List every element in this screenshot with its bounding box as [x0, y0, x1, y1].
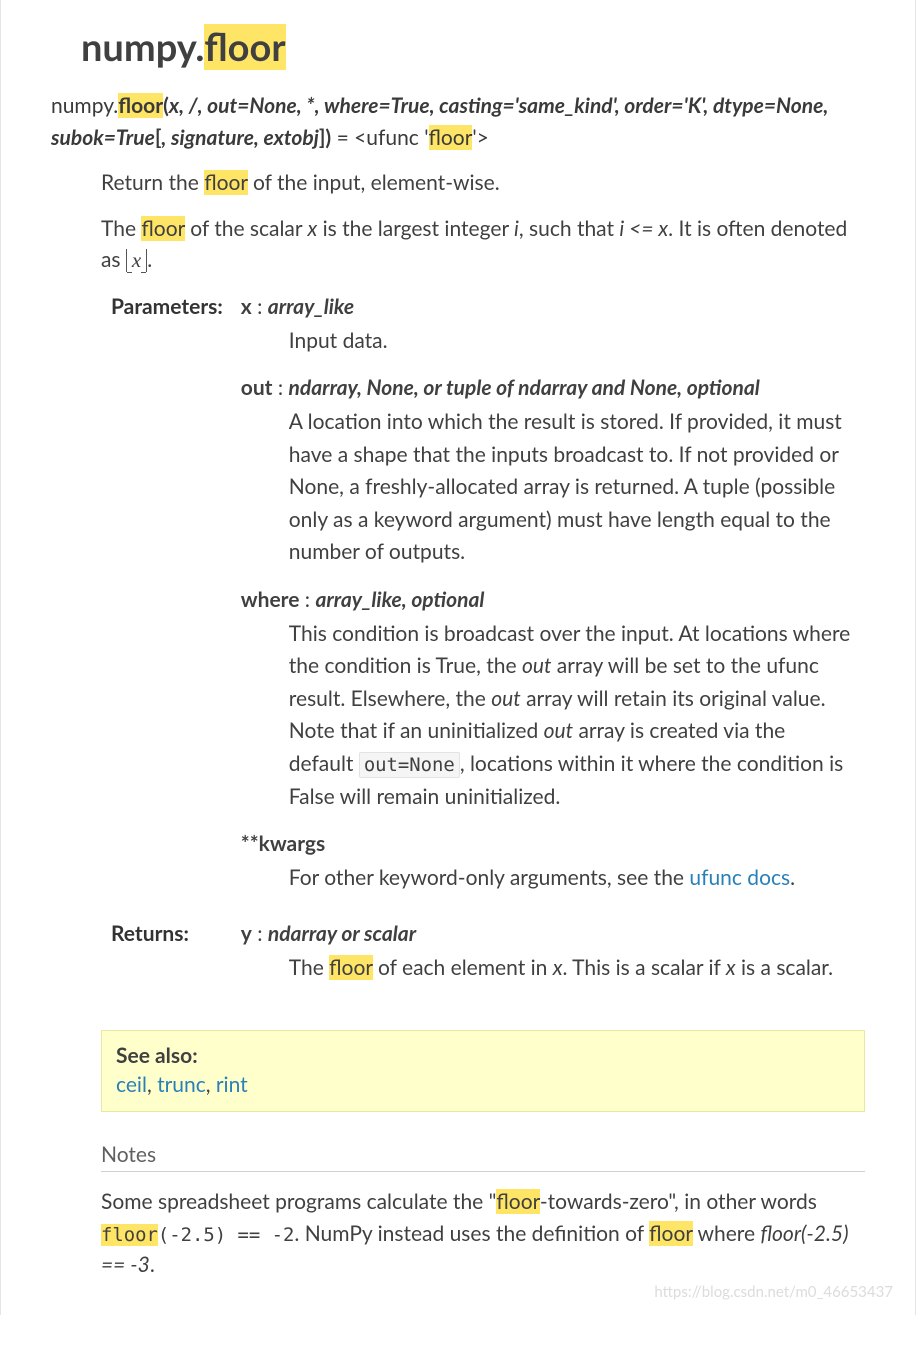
watermark-text: https://blog.csdn.net/m0_46653437 [654, 1283, 893, 1301]
notes-heading: Notes [101, 1142, 865, 1172]
param-desc: A location into which the result is stor… [241, 400, 865, 587]
param-desc: This condition is broadcast over the inp… [241, 612, 865, 831]
param-desc: For other keyword-only arguments, see th… [241, 856, 865, 913]
param-x: x : array_like [241, 294, 865, 319]
param-name: **kwargs [241, 831, 325, 856]
sig-ufunc-close: '> [472, 125, 488, 150]
ufunc-docs-link[interactable]: ufunc docs [689, 865, 790, 890]
page-title: numpy.floor [21, 0, 895, 90]
param-type: array_like, optional [315, 587, 484, 612]
field-list: Parameters: x : array_like Input data. o… [111, 290, 865, 1007]
sig-namespace: numpy. [51, 93, 118, 118]
param-name: out [241, 375, 273, 400]
param-name: where [241, 587, 300, 612]
description-line: The floor of the scalar x is the largest… [101, 213, 865, 276]
param-kwargs: **kwargs [241, 831, 865, 856]
hl-floor: floor [141, 216, 184, 241]
param-out: out : ndarray, None, or tuple of ndarray… [241, 375, 865, 400]
summary-line: Return the floor of the input, element-w… [101, 167, 865, 199]
see-also-box: See also: ceil, trunc, rint [101, 1030, 865, 1112]
parameters-label: Parameters: [111, 290, 241, 917]
param-desc: Input data. [241, 319, 865, 376]
math-floor-notation: x [126, 249, 147, 272]
sig-fn-name: floor [118, 93, 163, 118]
see-also-links: ceil, trunc, rint [116, 1072, 850, 1097]
returns-label: Returns: [111, 917, 241, 1007]
title-name: floor [204, 24, 285, 70]
notes-body: Some spreadsheet programs calculate the … [101, 1186, 865, 1281]
code-inline: floor(-2.5) == -2 [101, 1224, 294, 1246]
sig-eq: = [331, 125, 354, 150]
param-desc: The floor of each element in x. This is … [241, 946, 865, 1003]
param-type: ndarray or scalar [268, 921, 416, 946]
param-type: array_like [268, 294, 354, 319]
param-name: y [241, 921, 252, 946]
see-also-link-ceil[interactable]: ceil [116, 1072, 147, 1097]
hl-floor: floor [329, 955, 372, 980]
sig-ufunc-name: floor [429, 125, 473, 150]
code-inline: out=None [359, 752, 460, 778]
see-also-title: See also: [116, 1043, 850, 1068]
param-name: x [241, 294, 252, 319]
hl-floor: floor [496, 1189, 539, 1214]
function-signature: numpy.floor(x, /, out=None, *, where=Tru… [21, 90, 895, 161]
see-also-link-rint[interactable]: rint [216, 1072, 248, 1097]
param-type: ndarray, None, or tuple of ndarray and N… [289, 375, 760, 400]
hl-floor: floor [204, 170, 247, 195]
param-where: where : array_like, optional [241, 587, 865, 612]
hl-floor: floor [649, 1221, 692, 1246]
see-also-link-trunc[interactable]: trunc [157, 1072, 206, 1097]
title-prefix: numpy. [81, 24, 204, 70]
return-y: y : ndarray or scalar [241, 921, 865, 946]
sig-bracket-args: , signature, extobj [161, 125, 318, 150]
sig-ufunc-open: <ufunc ' [354, 125, 428, 150]
